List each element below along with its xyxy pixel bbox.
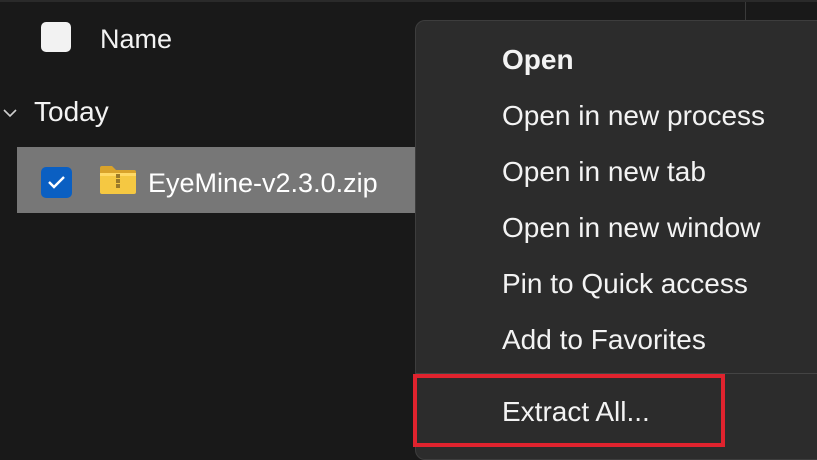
checkmark-icon (48, 176, 65, 189)
file-name: EyeMine-v2.3.0.zip (148, 168, 378, 198)
select-all-checkbox[interactable] (41, 22, 71, 52)
menu-item-pin-quick-access[interactable]: Pin to Quick access (502, 266, 748, 302)
menu-item-open-new-window[interactable]: Open in new window (502, 210, 760, 246)
group-label: Today (34, 96, 109, 127)
file-checkbox[interactable] (41, 167, 72, 198)
menu-item-add-favorites[interactable]: Add to Favorites (502, 322, 706, 358)
chevron-down-icon[interactable] (3, 106, 17, 120)
menu-item-open-new-process[interactable]: Open in new process (502, 98, 765, 134)
menu-item-open-new-tab[interactable]: Open in new tab (502, 154, 706, 190)
highlight-annotation (413, 374, 725, 447)
zip-folder-icon (100, 166, 136, 194)
menu-item-open[interactable]: Open (502, 42, 574, 78)
column-header-name[interactable]: Name (100, 22, 172, 56)
